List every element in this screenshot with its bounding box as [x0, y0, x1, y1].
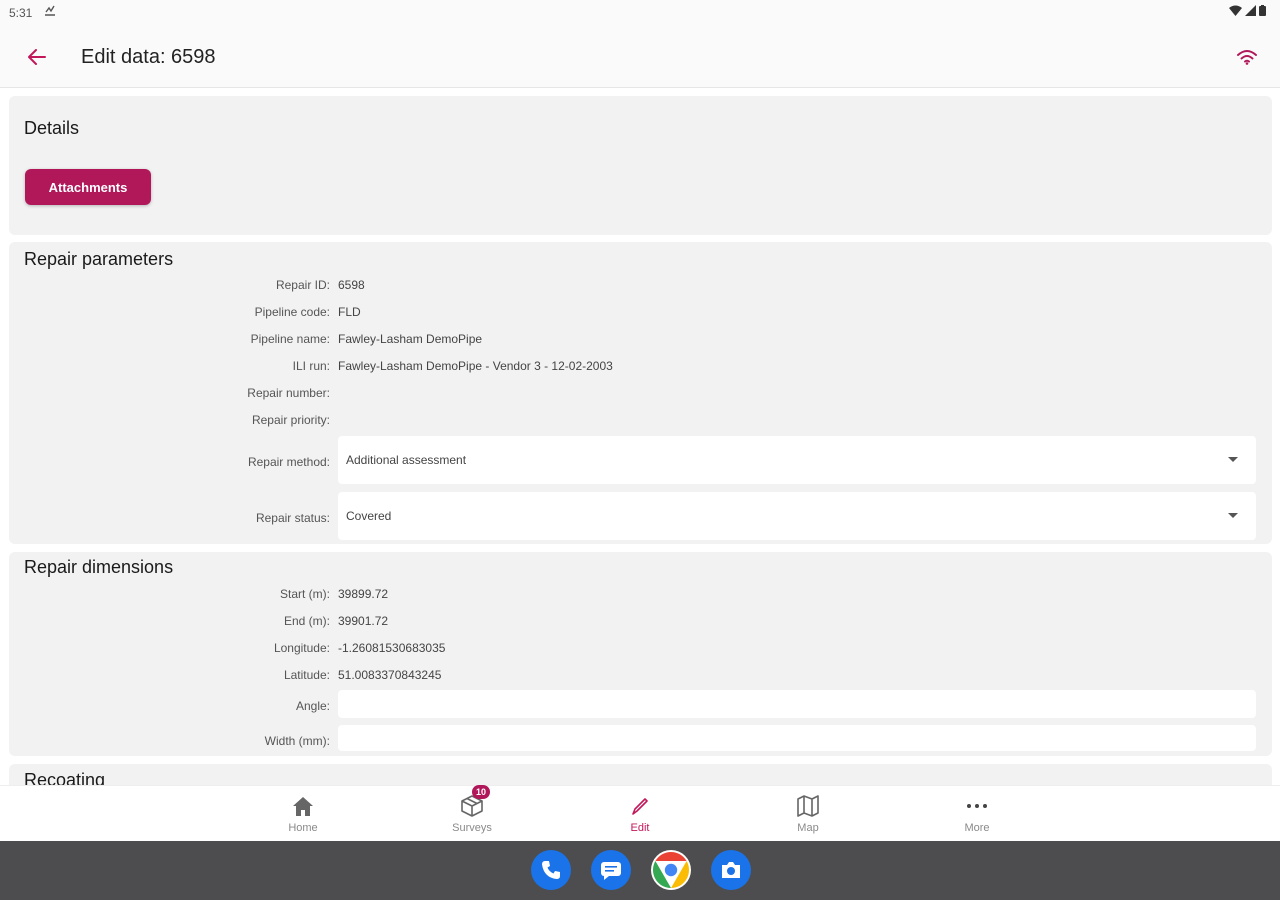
repair-number-label: Repair number: [247, 386, 330, 400]
page-title: Edit data: 6598 [81, 46, 216, 68]
start-value: 39899.72 [338, 587, 389, 601]
end-label: End (m): [283, 614, 330, 628]
repair-method-select[interactable]: Additional assessment [338, 436, 1256, 484]
repair-dimensions-card: Repair dimensions Start (m): 39899.72 En… [9, 552, 1272, 756]
back-button[interactable] [22, 42, 52, 72]
home-icon [291, 794, 315, 818]
pipeline-code-value: FLD [338, 305, 361, 319]
status-bar: 5:31 [0, 0, 1280, 26]
repair-status-label: Repair status: [255, 511, 330, 525]
notification-icon [44, 5, 56, 20]
repair-method-value: Additional assessment [346, 453, 467, 467]
content-area[interactable]: Details Attachments Repair parameters Re… [0, 89, 1280, 785]
nav-more[interactable]: More [937, 786, 1017, 842]
repair-priority-label: Repair priority: [251, 413, 330, 427]
recoating-title: Recoating [24, 770, 106, 785]
more-horizontal-icon [965, 794, 989, 818]
nav-home[interactable]: Home [263, 786, 343, 842]
attachments-button[interactable]: Attachments [25, 169, 151, 205]
pencil-icon [629, 794, 651, 818]
nav-edit-label: Edit [630, 822, 650, 834]
signal-icon [1245, 5, 1256, 19]
longitude-label: Longitude: [273, 641, 330, 655]
details-card: Details Attachments [9, 96, 1272, 235]
connection-button[interactable] [1234, 44, 1260, 70]
end-value: 39901.72 [338, 614, 389, 628]
ili-run-value: Fawley-Lasham DemoPipe - Vendor 3 - 12-0… [338, 359, 613, 373]
status-time: 5:31 [9, 6, 33, 20]
chrome-icon [652, 852, 690, 888]
repair-status-select[interactable]: Covered [338, 492, 1256, 540]
wifi-icon [1237, 50, 1257, 65]
map-icon [796, 794, 820, 818]
phone-icon [542, 861, 560, 879]
camera-app[interactable] [711, 850, 751, 890]
wifi-status-icon [1229, 5, 1242, 19]
repair-parameters-title: Repair parameters [24, 249, 174, 269]
nav-surveys-label: Surveys [452, 822, 492, 834]
nav-more-label: More [964, 822, 990, 834]
bottom-navigation: Home 10 Surveys Edit Map More [0, 785, 1280, 841]
details-title: Details [24, 118, 80, 138]
angle-input[interactable] [338, 690, 1256, 718]
app-bar: Edit data: 6598 [0, 26, 1280, 88]
width-input[interactable] [338, 725, 1256, 751]
width-label: Width (mm): [264, 734, 330, 748]
nav-edit[interactable]: Edit [600, 786, 680, 842]
messages-icon [601, 862, 621, 880]
latitude-value: 51.0083370843245 [338, 668, 442, 682]
start-label: Start (m): [280, 587, 330, 601]
messages-app[interactable] [591, 850, 631, 890]
angle-label: Angle: [295, 699, 330, 713]
ili-run-label: ILI run: [292, 359, 330, 373]
camera-icon [722, 862, 740, 878]
system-dock [0, 841, 1280, 900]
package-icon: 10 [460, 785, 490, 818]
pipeline-name-label: Pipeline name: [250, 332, 330, 346]
battery-icon [1259, 5, 1266, 19]
repair-status-value: Covered [346, 509, 392, 523]
nav-map[interactable]: Map [768, 786, 848, 842]
repair-parameters-card: Repair parameters Repair ID: 6598 Pipeli… [9, 242, 1272, 544]
nav-map-label: Map [797, 822, 819, 834]
nav-surveys[interactable]: 10 Surveys [432, 785, 512, 842]
repair-dimensions-title: Repair dimensions [24, 557, 174, 577]
arrow-left-icon [28, 49, 46, 65]
latitude-label: Latitude: [283, 668, 330, 682]
caret-down-icon [1228, 457, 1238, 462]
phone-app[interactable] [531, 850, 571, 890]
recoating-card: Recoating [9, 764, 1272, 785]
pipeline-name-value: Fawley-Lasham DemoPipe [338, 332, 483, 346]
nav-home-label: Home [288, 822, 318, 834]
pipeline-code-label: Pipeline code: [254, 305, 330, 319]
caret-down-icon [1228, 513, 1238, 518]
status-icons [1229, 5, 1266, 19]
surveys-badge: 10 [472, 785, 490, 799]
chrome-app[interactable] [651, 850, 691, 890]
longitude-value: -1.26081530683035 [338, 641, 446, 655]
repair-method-label: Repair method: [247, 455, 330, 469]
repair-id-value: 6598 [338, 278, 365, 292]
repair-id-label: Repair ID: [275, 278, 330, 292]
